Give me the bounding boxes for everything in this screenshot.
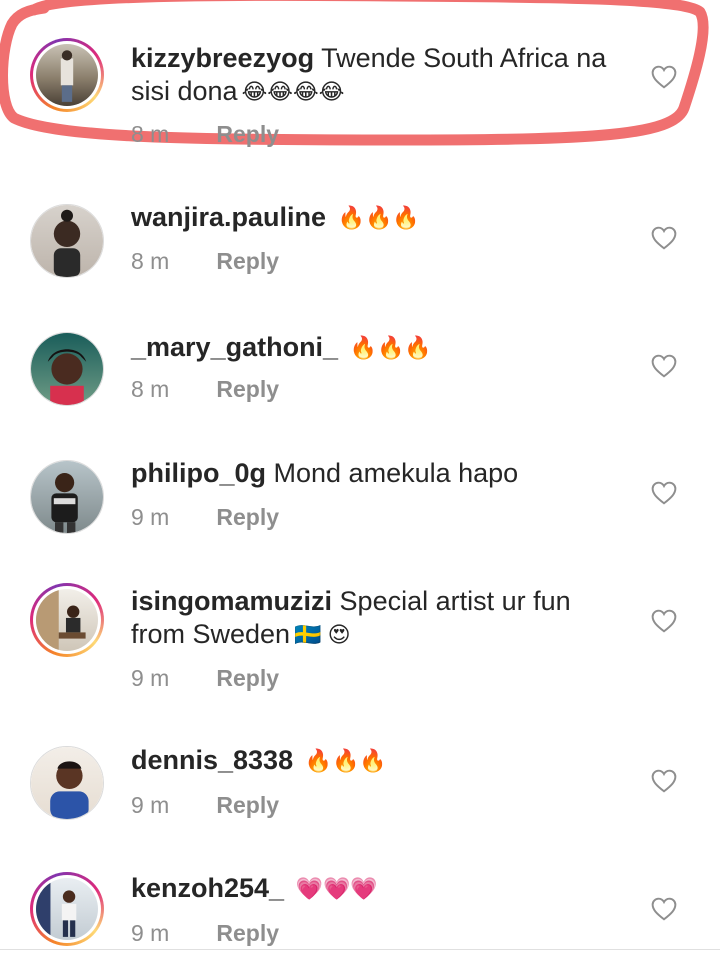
heart-outline-icon[interactable]	[651, 769, 677, 793]
reply-button[interactable]: Reply	[216, 376, 279, 402]
avatar[interactable]	[30, 332, 104, 406]
comment-time: 8 m	[131, 121, 170, 147]
comment-time: 9 m	[131, 792, 170, 818]
comment-username[interactable]: philipo_0g	[131, 458, 266, 488]
comment-username[interactable]: wanjira.pauline	[131, 202, 326, 232]
comment-time: 9 m	[131, 665, 170, 691]
avatar[interactable]	[30, 38, 104, 112]
heart-outline-icon[interactable]	[651, 609, 677, 633]
comment-time: 9 m	[131, 504, 170, 530]
comment-text: Mond amekula hapo	[273, 458, 519, 488]
comment-time: 8 m	[131, 376, 170, 402]
heart-outline-icon[interactable]	[651, 354, 677, 378]
comment-emoji: 🔥🔥🔥	[304, 748, 387, 773]
comment-username[interactable]: kenzoh254_	[131, 873, 284, 903]
reply-button[interactable]: Reply	[216, 665, 279, 691]
heart-outline-icon[interactable]	[651, 226, 677, 250]
heart-outline-icon[interactable]	[651, 897, 677, 921]
comment-emoji: 🔥🔥🔥	[337, 205, 420, 230]
comment-username[interactable]: kizzybreezyog	[131, 43, 314, 73]
comment-emoji: 😂😂😂😂	[241, 79, 345, 104]
reply-button[interactable]: Reply	[216, 248, 279, 274]
avatar[interactable]	[30, 460, 104, 534]
avatar[interactable]	[30, 746, 104, 820]
avatar[interactable]	[30, 583, 104, 657]
reply-button[interactable]: Reply	[216, 920, 279, 946]
reply-button[interactable]: Reply	[216, 121, 279, 147]
divider	[0, 949, 720, 950]
avatar[interactable]	[30, 204, 104, 278]
comment-emoji: 💗💗💗	[295, 876, 378, 901]
comment-emoji: 🇸🇪 😍	[294, 622, 351, 647]
heart-outline-icon[interactable]	[651, 65, 677, 89]
comment-time: 8 m	[131, 248, 170, 274]
comment-username[interactable]: _mary_gathoni_	[131, 332, 338, 362]
comment-username[interactable]: isingomamuzizi	[131, 586, 332, 616]
reply-button[interactable]: Reply	[216, 504, 279, 530]
avatar[interactable]	[30, 872, 104, 946]
heart-outline-icon[interactable]	[651, 481, 677, 505]
comment-emoji: 🔥🔥🔥	[349, 335, 432, 360]
reply-button[interactable]: Reply	[216, 792, 279, 818]
comment-username[interactable]: dennis_8338	[131, 745, 293, 775]
comment-time: 9 m	[131, 920, 170, 946]
